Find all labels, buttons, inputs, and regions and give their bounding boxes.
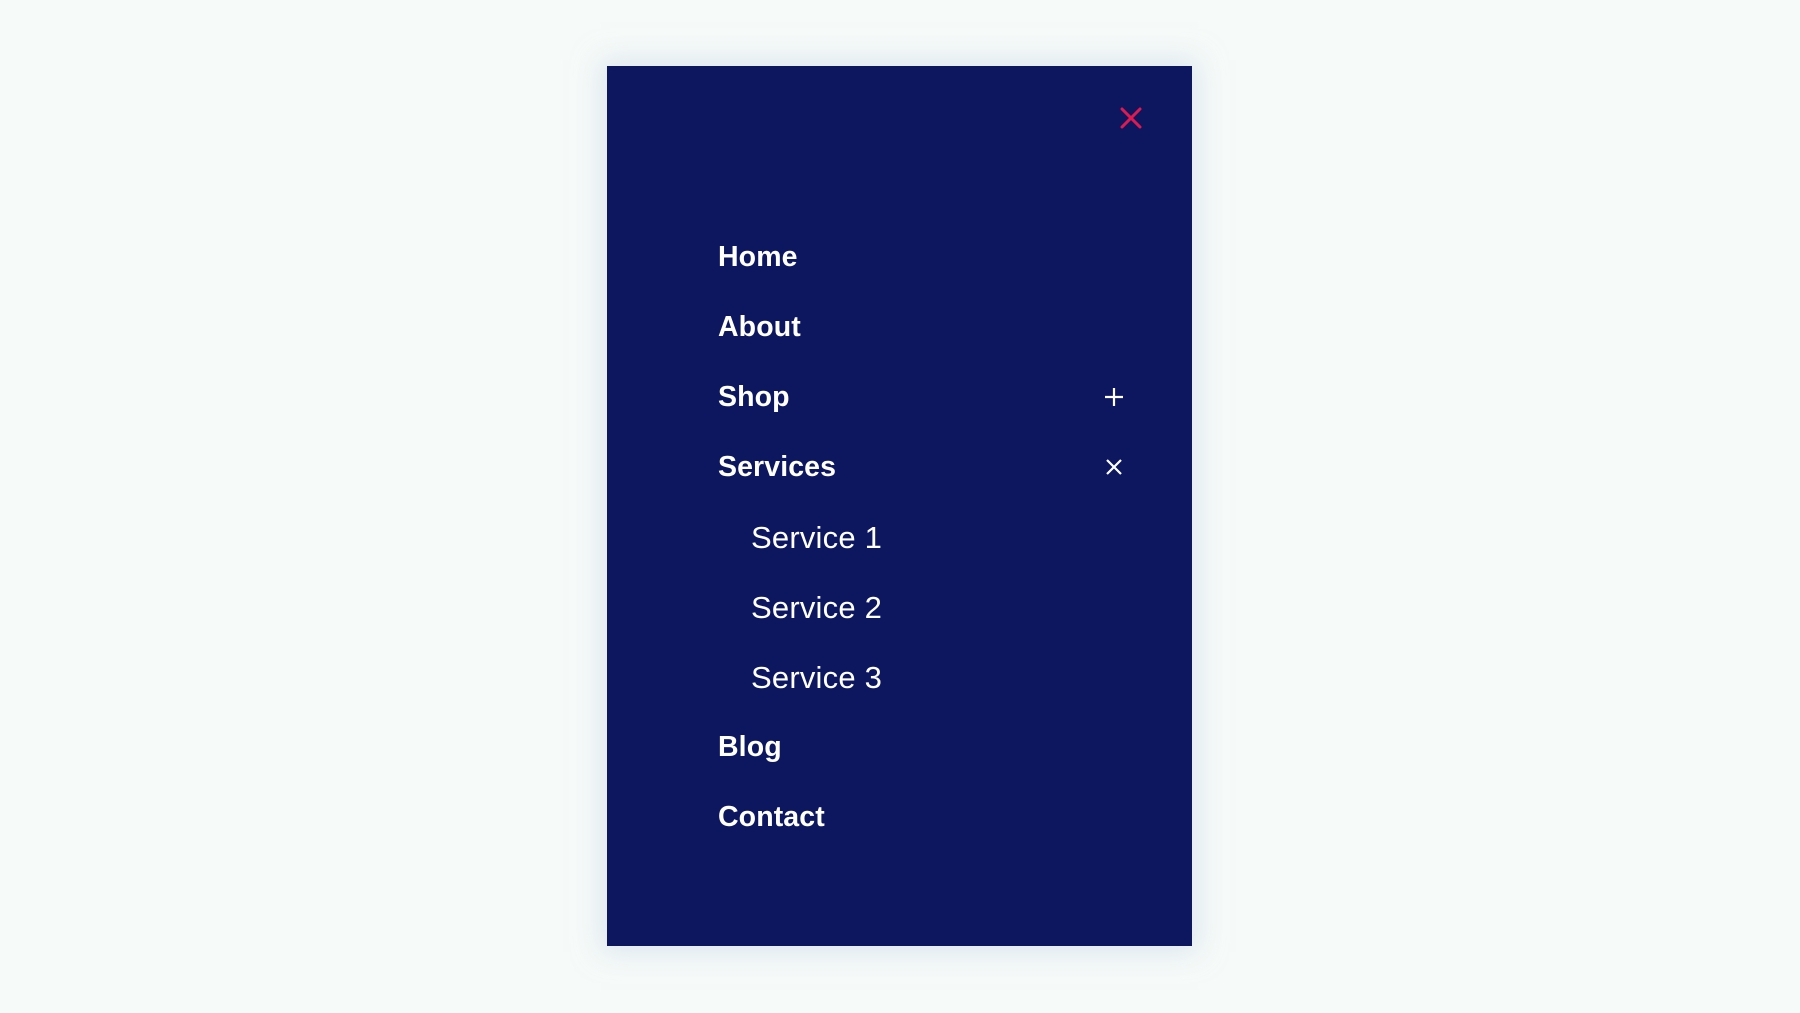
nav-item-home[interactable]: Home (607, 222, 1192, 292)
submenu-link-service-1[interactable]: Service 1 (751, 522, 882, 553)
page-canvas: Home About Shop Services Service 1 Service … (0, 0, 1800, 1013)
menu-header (607, 66, 1192, 170)
nav-link-services[interactable]: Services (718, 453, 836, 482)
nav-link-blog[interactable]: Blog (718, 733, 782, 762)
menu-close-button[interactable] (1112, 99, 1150, 137)
submenu-services: Service 1 Service 2 Service 3 (607, 502, 1192, 712)
nav-item-about[interactable]: About (607, 292, 1192, 362)
nav-toggle-shop[interactable] (1100, 383, 1128, 411)
submenu-item-service-3[interactable]: Service 3 (607, 642, 1192, 712)
nav-item-blog[interactable]: Blog (607, 712, 1192, 782)
submenu-link-service-3[interactable]: Service 3 (751, 662, 882, 693)
nav-item-shop[interactable]: Shop (607, 362, 1192, 432)
nav-link-home[interactable]: Home (718, 243, 798, 272)
nav-item-services[interactable]: Services (607, 432, 1192, 502)
offcanvas-menu-panel: Home About Shop Services Service 1 Service … (607, 66, 1192, 946)
submenu-item-service-2[interactable]: Service 2 (607, 572, 1192, 642)
nav-item-contact[interactable]: Contact (607, 782, 1192, 852)
nav-link-contact[interactable]: Contact (718, 803, 825, 832)
nav-link-about[interactable]: About (718, 313, 801, 342)
close-icon (1118, 105, 1144, 131)
close-icon (1102, 455, 1126, 479)
nav-toggle-services[interactable] (1100, 453, 1128, 481)
submenu-item-service-1[interactable]: Service 1 (607, 502, 1192, 572)
submenu-link-service-2[interactable]: Service 2 (751, 592, 882, 623)
nav-link-shop[interactable]: Shop (718, 383, 790, 412)
primary-navigation-list: Home About Shop Services Service 1 Service … (607, 222, 1192, 852)
plus-icon (1101, 384, 1127, 410)
